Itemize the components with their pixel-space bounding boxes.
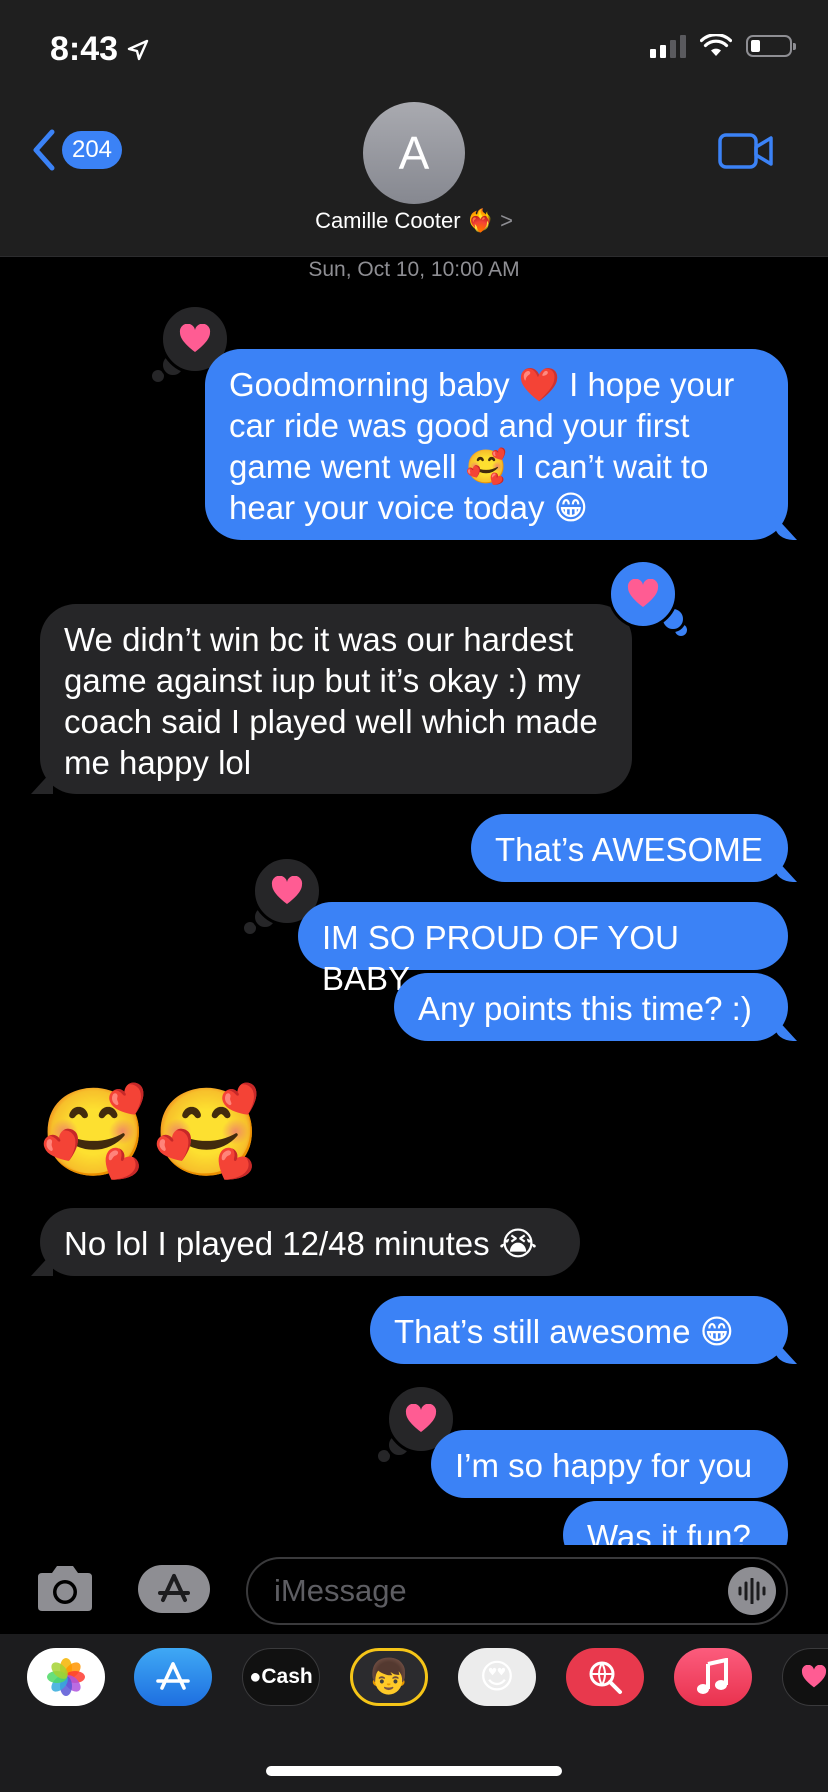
cellular-signal-icon (650, 34, 686, 58)
received-message[interactable]: We didn’t win bc it was our hardest game… (40, 604, 632, 794)
music-note-icon (697, 1658, 728, 1694)
chevron-left-icon (33, 129, 55, 171)
apple-cash-app-icon[interactable]: ● Cash (242, 1648, 320, 1706)
images-search-app-icon[interactable] (566, 1648, 644, 1706)
heart-icon (179, 324, 211, 352)
memoji-face-icon: 👦 (367, 1658, 411, 1696)
memoji-stickers-app-icon[interactable]: 👦 (350, 1648, 428, 1706)
message-text: We didn’t win bc it was our hardest game… (64, 621, 598, 781)
message-text: Goodmorning baby ❤️ I hope your car ride… (229, 366, 735, 526)
cash-label: Cash (261, 1665, 313, 1688)
camera-icon[interactable] (34, 1563, 96, 1613)
contact-name: Camille Cooter ❤️‍🔥 (315, 208, 495, 233)
input-placeholder: iMessage (274, 1573, 407, 1608)
message-text: That’s still awesome 😁 (394, 1313, 735, 1350)
clock-text: 8:43 (50, 30, 119, 68)
photos-flower-icon (47, 1658, 85, 1696)
wifi-icon (700, 34, 732, 56)
chevron-right-icon: > (500, 208, 513, 233)
status-time: 8:43 (50, 30, 150, 69)
video-call-icon[interactable] (718, 132, 774, 170)
heart-icon (405, 1404, 437, 1432)
audio-message-button[interactable] (728, 1567, 776, 1615)
sent-message[interactable]: That’s AWESOME (471, 814, 788, 882)
imessage-input[interactable]: iMessage (246, 1557, 788, 1625)
location-arrow-icon (127, 39, 149, 60)
sent-message[interactable]: Any points this time? :) (394, 973, 788, 1041)
message-text: No lol I played 12/48 minutes 😭 (64, 1225, 538, 1262)
navigation-header: 8:43 204 A Camille Cooter ❤️‍🔥 > (0, 0, 828, 257)
heart-reaction[interactable] (608, 559, 678, 629)
app-store-icon (158, 1574, 190, 1602)
photos-app-icon[interactable] (27, 1648, 105, 1706)
status-icons (650, 34, 796, 58)
digital-touch-app-icon[interactable] (782, 1648, 828, 1706)
unread-count-badge: 204 (62, 131, 122, 169)
globe-search-icon (589, 1661, 622, 1694)
message-text: That’s AWESOME (495, 831, 763, 868)
animoji-app-icon[interactable]: 😍 (458, 1648, 536, 1706)
waveform-icon (738, 1578, 766, 1604)
compose-bar: iMessage (0, 1545, 828, 1635)
app-store-icon (156, 1662, 190, 1690)
heart-icon (801, 1665, 827, 1688)
sent-message[interactable]: IM SO PROUD OF YOU BABY (298, 902, 788, 997)
app-store-app-icon[interactable] (134, 1648, 212, 1706)
message-text: Any points this time? :) (418, 990, 752, 1027)
heart-icon (627, 579, 659, 607)
sent-message[interactable]: That’s still awesome 😁 (370, 1296, 788, 1364)
message-timestamp: Sun, Oct 10, 10:00 AM (308, 258, 520, 281)
sent-message[interactable]: Goodmorning baby ❤️ I hope your car ride… (205, 349, 788, 540)
memoji-heart-eyes-icon: 😍 (479, 1658, 515, 1696)
heart-icon (271, 876, 303, 904)
app-store-button[interactable] (138, 1565, 210, 1613)
received-message[interactable]: No lol I played 12/48 minutes 😭 (40, 1208, 580, 1276)
emoji-only-message[interactable]: 🥰🥰 (40, 1082, 266, 1183)
message-text: I’m so happy for you (455, 1447, 753, 1484)
sent-message[interactable]: I’m so happy for you (431, 1430, 788, 1498)
back-button[interactable]: 204 (30, 128, 122, 172)
contact-name-button[interactable]: Camille Cooter ❤️‍🔥 > (0, 208, 828, 234)
apple-logo-icon: ● (249, 1665, 262, 1688)
home-indicator[interactable] (266, 1766, 562, 1776)
avatar-initial: A (398, 127, 430, 179)
contact-avatar[interactable]: A (363, 102, 465, 204)
battery-icon (746, 35, 796, 57)
music-app-icon[interactable] (674, 1648, 752, 1706)
